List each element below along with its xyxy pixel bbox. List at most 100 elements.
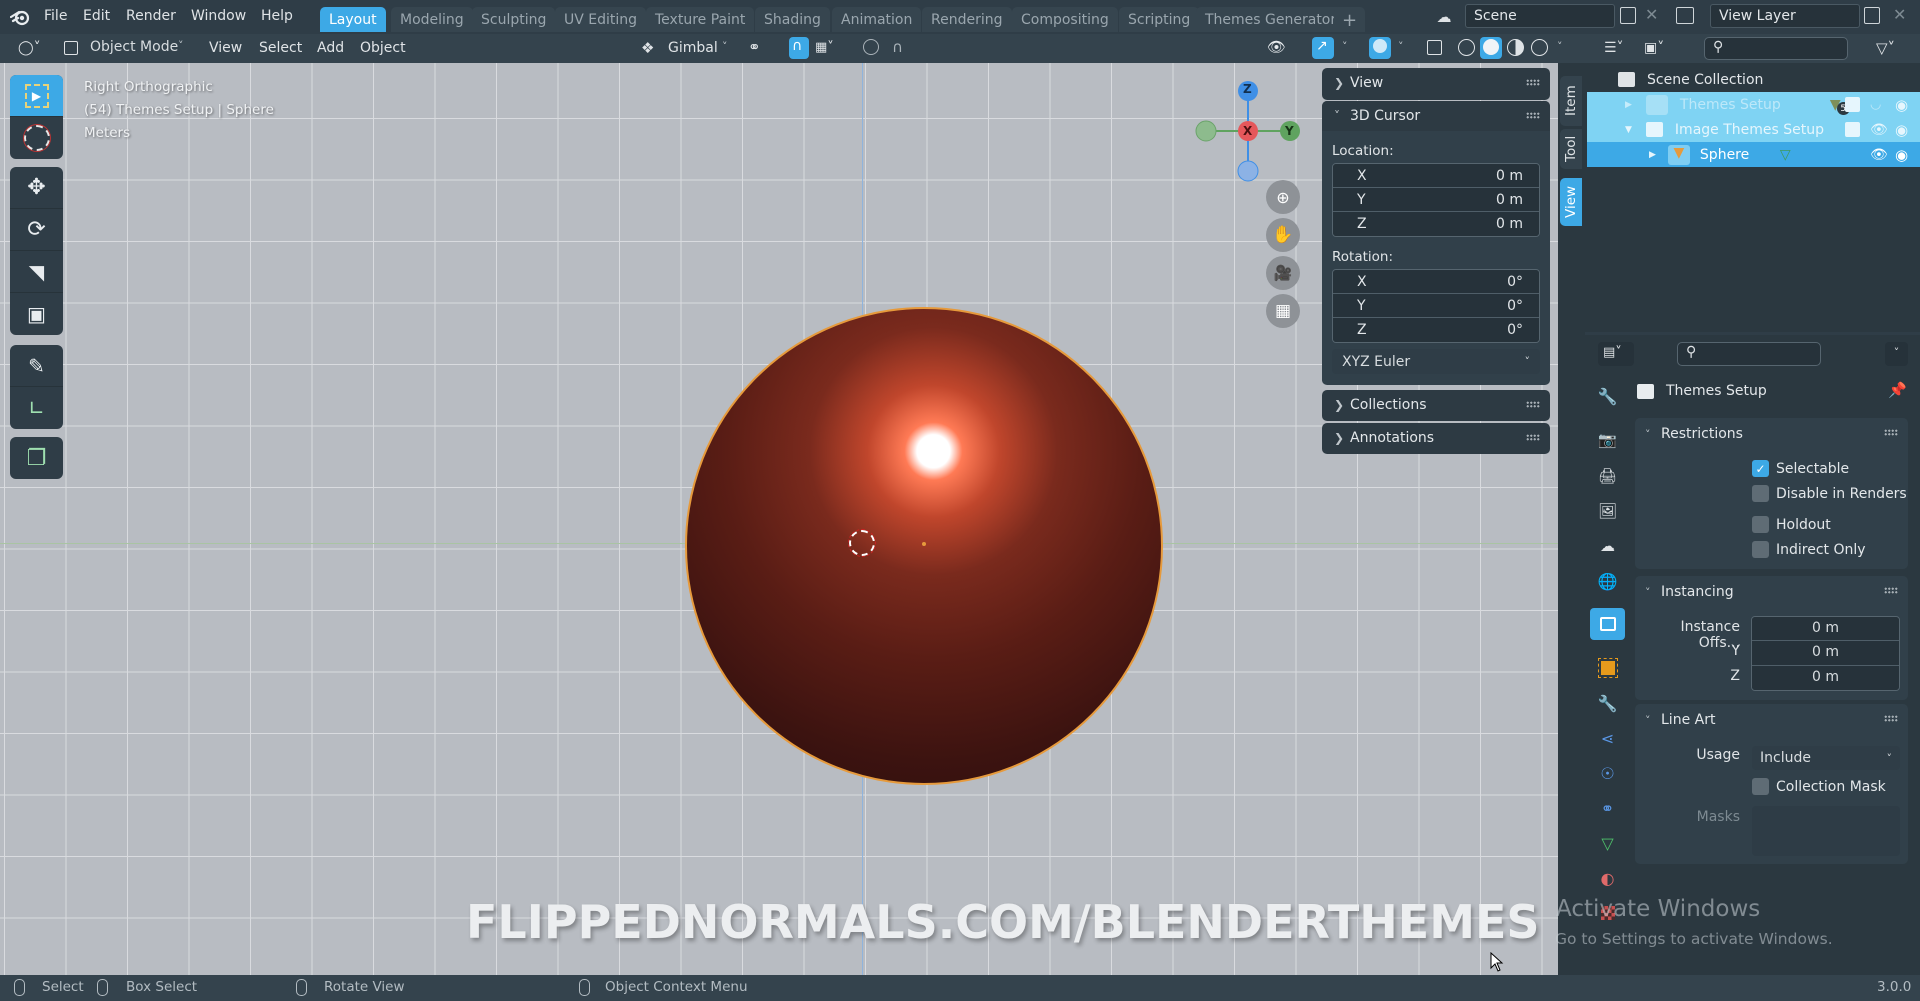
pin-icon[interactable]: 📌 (1888, 381, 1907, 399)
collection-mask-checkbox[interactable]: Collection Mask (1752, 778, 1886, 795)
add-cube-tool[interactable]: ❐ (10, 437, 63, 479)
panel-restrictions-header[interactable]: ˅ Restrictions (1635, 418, 1908, 450)
drag-handle-icon[interactable] (1884, 587, 1898, 594)
menu-render[interactable]: Render (126, 8, 176, 24)
tab-scripting[interactable]: Scripting (1119, 7, 1200, 32)
rotation-y-field[interactable]: Y 0° (1333, 294, 1539, 318)
instance-offset-x-field[interactable]: 0 m (1752, 617, 1899, 641)
tab-animation[interactable]: Animation (832, 7, 922, 32)
header-menu-select[interactable]: Select (259, 40, 302, 56)
tab-modifiers[interactable]: 🔧 (1590, 687, 1625, 719)
tab-texture-paint[interactable]: Texture Paint (646, 7, 755, 32)
rotation-mode-dropdown[interactable]: XYZ Euler ˅ (1332, 349, 1540, 374)
tab-view-layer[interactable]: 🖼 (1590, 495, 1625, 527)
eye-icon[interactable]: 👁 (1870, 122, 1888, 138)
chevron-down-icon[interactable]: ˅ (1557, 40, 1563, 53)
eye-icon[interactable]: 👁 (1870, 147, 1888, 163)
menu-help[interactable]: Help (261, 8, 293, 24)
outliner-row-themes-setup[interactable]: ▶ Themes Setup ▼ 5 ◡ ◉ (1587, 92, 1920, 117)
sphere-object[interactable] (685, 307, 1163, 785)
snap-increment-icon[interactable]: ▦˅ (815, 40, 834, 55)
render-camera-icon[interactable]: ◉ (1895, 146, 1908, 164)
header-menu-object[interactable]: Object (360, 40, 406, 56)
header-menu-add[interactable]: Add (317, 40, 344, 56)
render-camera-icon[interactable]: ◉ (1895, 96, 1908, 114)
menu-edit[interactable]: Edit (83, 8, 110, 24)
chevron-down-icon[interactable]: ˅ (1398, 40, 1404, 53)
tab-item[interactable]: Item (1560, 76, 1582, 126)
outliner-editor-type-icon[interactable]: ☰˅ (1604, 40, 1624, 56)
panel-line-art-header[interactable]: ˅ Line Art (1635, 704, 1908, 736)
ortho-toggle-button[interactable]: ▦ (1266, 294, 1300, 328)
view-layer-field[interactable]: View Layer (1710, 4, 1860, 28)
panel-instancing-header[interactable]: ˅ Instancing (1635, 576, 1908, 608)
instance-offset-z-field[interactable]: 0 m (1752, 666, 1899, 690)
gizmo-toggle[interactable]: ↗ (1312, 37, 1334, 59)
move-tool[interactable]: ✥ (10, 167, 63, 209)
visibility-icon[interactable]: 👁 (1267, 38, 1286, 56)
measure-tool[interactable]: ∟ (10, 387, 63, 429)
tab-output[interactable]: 🖨 (1590, 460, 1625, 492)
tab-themes-generator[interactable]: Themes Generator (1196, 7, 1346, 32)
tab-layout[interactable]: Layout (320, 7, 386, 32)
exclude-checkbox[interactable] (1845, 97, 1860, 112)
drag-handle-icon[interactable] (1884, 715, 1898, 722)
outliner-row-sphere[interactable]: ▶ ▼ Sphere ▽ 👁 ◉ (1587, 142, 1920, 167)
editor-type-button[interactable]: ◯˅ (12, 37, 50, 59)
outliner-row-image-themes-setup[interactable]: ▼ Image Themes Setup 👁 ◉ (1587, 117, 1920, 142)
orientation-selector[interactable]: Gimbal (668, 40, 718, 56)
tab-collection[interactable] (1590, 608, 1625, 640)
header-menu-view[interactable]: View (209, 40, 242, 56)
tab-view[interactable]: View (1560, 178, 1582, 226)
properties-search-input[interactable]: ⚲ (1677, 342, 1821, 366)
tab-scene[interactable]: ☁ (1590, 530, 1625, 562)
filter-icon[interactable]: ▽˅ (1876, 39, 1895, 57)
drag-handle-icon[interactable] (1526, 401, 1540, 408)
annotate-tool[interactable]: ✎ (10, 345, 63, 387)
location-y-field[interactable]: Y0 m (1333, 188, 1539, 212)
panel-3d-cursor-header[interactable]: ˅ 3D Cursor (1322, 101, 1550, 131)
selectable-checkbox[interactable]: ✓ Selectable (1752, 460, 1849, 477)
tab-material[interactable]: ◐ (1590, 862, 1625, 894)
tab-data[interactable]: ▽ (1590, 827, 1625, 859)
rendered-shading-icon[interactable] (1531, 39, 1548, 56)
menu-window[interactable]: Window (191, 8, 246, 24)
drag-handle-icon[interactable] (1884, 429, 1898, 436)
outliner-search-input[interactable]: ⚲ (1704, 37, 1848, 60)
view-layer-icon[interactable] (1676, 7, 1694, 24)
exclude-checkbox[interactable] (1845, 122, 1860, 137)
new-view-layer-icon[interactable] (1864, 7, 1880, 24)
scene-icon[interactable]: ☁ (1430, 6, 1458, 28)
tab-constraints[interactable]: ⚭ (1590, 792, 1625, 824)
properties-editor-type-button[interactable]: ▤˅ (1598, 342, 1634, 366)
collapse-arrow-icon[interactable]: ▼ (1625, 125, 1632, 135)
drag-handle-icon[interactable] (1526, 112, 1540, 119)
scale-tool[interactable]: ◥ (10, 251, 63, 293)
solid-shading-button[interactable] (1480, 37, 1502, 59)
tab-compositing[interactable]: Compositing (1012, 7, 1118, 32)
hide-viewport-icon[interactable]: ◡ (1870, 97, 1881, 112)
indirect-only-checkbox[interactable]: Indirect Only (1752, 541, 1866, 558)
chevron-down-icon[interactable]: ˅ (1342, 40, 1348, 53)
xray-toggle-icon[interactable] (1427, 40, 1442, 55)
drag-handle-icon[interactable] (1526, 434, 1540, 441)
pivot-point-icon[interactable]: ⚭ (748, 38, 761, 56)
falloff-icon[interactable]: ∩ (892, 38, 903, 56)
expand-arrow-icon[interactable]: ▶ (1625, 100, 1632, 110)
camera-view-button[interactable]: 🎥 (1266, 256, 1300, 290)
cursor-tool[interactable] (10, 117, 63, 159)
location-z-field[interactable]: Z0 m (1333, 212, 1539, 236)
overlays-toggle[interactable] (1369, 37, 1391, 59)
tab-uv-editing[interactable]: UV Editing (555, 7, 647, 32)
panel-collections[interactable]: ❯ Collections (1322, 390, 1550, 421)
proportional-edit-icon[interactable] (863, 39, 879, 55)
location-x-field[interactable]: X0 m (1333, 164, 1539, 188)
tab-tool[interactable]: Tool (1560, 129, 1582, 169)
tab-modeling[interactable]: Modeling (391, 7, 473, 32)
instance-offset-y-field[interactable]: 0 m (1752, 641, 1899, 666)
tab-render[interactable]: 📷 (1590, 424, 1625, 456)
tab-world[interactable]: 🌐 (1590, 565, 1625, 597)
wireframe-shading-icon[interactable] (1458, 39, 1475, 56)
panel-annotations[interactable]: ❯ Annotations (1322, 423, 1550, 454)
options-dropdown[interactable]: ˅ (1885, 342, 1908, 366)
